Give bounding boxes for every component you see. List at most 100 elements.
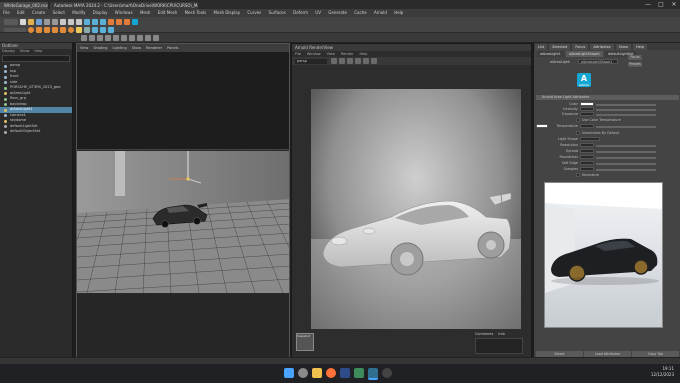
copy-tab-button[interactable]: Copy Tab [632, 350, 679, 357]
node-tab-shape[interactable]: aiAreaLightShape1 [565, 51, 604, 57]
attr-menu-list[interactable]: List [535, 44, 548, 50]
temperature-swatch[interactable] [536, 124, 548, 128]
outliner-menu-display[interactable]: Display [2, 49, 15, 54]
soft-edge-slider[interactable] [596, 162, 656, 165]
viewport-top-area[interactable] [77, 52, 289, 150]
menu-curves[interactable]: Curves [247, 10, 261, 15]
spread-field[interactable] [580, 149, 594, 153]
samples-field[interactable] [580, 167, 594, 171]
maximize-button[interactable]: □ [655, 0, 667, 9]
outliner-search-input[interactable] [2, 55, 70, 62]
section-header[interactable]: Arnold Area Light Attributes [536, 95, 679, 100]
attr-menu-selected[interactable]: Selected [549, 44, 571, 50]
search-icon[interactable] [298, 368, 308, 378]
viewport-lower-area[interactable] [77, 294, 289, 360]
camera-select-icon[interactable] [81, 35, 87, 41]
focus-button[interactable]: Focus [628, 55, 642, 60]
shelf-tab-icon[interactable] [4, 27, 26, 32]
wireframe-icon[interactable] [89, 35, 95, 41]
crop-icon[interactable] [355, 58, 361, 64]
intensity-field[interactable] [580, 107, 594, 111]
menu-mesh-display[interactable]: Mesh Display [214, 10, 241, 15]
tab-comments[interactable]: Comments [475, 332, 493, 336]
outliner-menu-help[interactable]: Help [34, 49, 42, 54]
menu-display[interactable]: Display [93, 10, 108, 15]
menu-uv[interactable]: UV [315, 10, 321, 15]
photoshop-icon[interactable] [340, 368, 350, 378]
menu-windows[interactable]: Windows [115, 10, 133, 15]
roundness-field[interactable] [580, 155, 594, 159]
select-button[interactable]: Select [536, 350, 583, 357]
outliner-item[interactable]: defaultObjectSet [0, 129, 72, 135]
render-settings-icon[interactable] [124, 19, 130, 25]
node-name-field[interactable]: aiAreaLightShape1 [578, 59, 618, 64]
cone-icon[interactable] [52, 26, 58, 33]
menu-file[interactable]: File [3, 10, 10, 15]
bevel-icon[interactable] [100, 26, 106, 33]
outliner-menu-show[interactable]: Show [20, 49, 29, 54]
hud-icon[interactable] [153, 35, 159, 41]
normalize-checkbox[interactable] [576, 173, 580, 177]
use-color-temp-checkbox[interactable] [576, 118, 580, 122]
temperature-slider[interactable] [596, 125, 656, 128]
firefox-icon[interactable] [326, 368, 336, 378]
textured-icon[interactable] [105, 35, 111, 41]
isolate-icon[interactable] [137, 35, 143, 41]
bridge-icon[interactable] [108, 26, 114, 33]
render-image[interactable] [311, 89, 521, 343]
roundness-slider[interactable] [596, 156, 656, 159]
resolution-slider[interactable] [596, 144, 656, 147]
exposure-field[interactable] [580, 112, 594, 116]
obs-icon[interactable] [382, 368, 392, 378]
open-scene-icon[interactable] [28, 19, 34, 25]
arnold-renderview-icon[interactable] [132, 19, 138, 25]
viewport-menu-panels[interactable]: Panels [167, 46, 178, 50]
camera-dropdown[interactable]: persp [295, 58, 327, 64]
menu-create[interactable]: Create [32, 10, 45, 15]
grid-toggle-icon[interactable] [145, 35, 151, 41]
select-tool-icon[interactable] [60, 19, 66, 25]
start-icon[interactable] [284, 368, 294, 378]
ipr-render-icon[interactable] [116, 19, 122, 25]
exposure-icon[interactable] [371, 58, 377, 64]
snap-curve-icon[interactable] [92, 19, 98, 25]
load-attributes-button[interactable]: Load Attributes [584, 350, 631, 357]
minimize-button[interactable]: — [642, 0, 654, 9]
system-clock[interactable]: 19:11 12/12/2023 [634, 366, 674, 378]
xray-icon[interactable] [129, 35, 135, 41]
temperature-field[interactable] [580, 124, 594, 128]
torus-icon[interactable] [68, 26, 74, 33]
samples-slider[interactable] [596, 168, 656, 171]
menu-edit-mesh[interactable]: Edit Mesh [158, 10, 178, 15]
node-tab-transform[interactable]: aiAreaLight1 [537, 51, 564, 57]
close-button[interactable]: ✕ [668, 0, 680, 9]
color-slider[interactable] [596, 103, 656, 106]
new-scene-icon[interactable] [20, 19, 26, 25]
lasso-tool-icon[interactable] [68, 19, 74, 25]
menu-mesh[interactable]: Mesh [140, 10, 151, 15]
camera-icon[interactable] [84, 26, 90, 33]
rgb-channels-icon[interactable] [363, 58, 369, 64]
menu-generate[interactable]: Generate [328, 10, 347, 15]
intensity-slider[interactable] [596, 108, 656, 111]
menu-mesh-tools[interactable]: Mesh Tools [185, 10, 207, 15]
viewport-scene[interactable] [77, 151, 289, 293]
viewport-menu-renderer[interactable]: Renderer [146, 46, 162, 50]
extrude-icon[interactable] [92, 26, 98, 33]
menu-select[interactable]: Select [53, 10, 65, 15]
attr-menu-show[interactable]: Show [615, 44, 632, 50]
save-scene-icon[interactable] [36, 19, 42, 25]
undo-icon[interactable] [44, 19, 50, 25]
render-icon[interactable] [331, 58, 337, 64]
light-shape-dropdown[interactable] [580, 137, 600, 141]
comments-field[interactable] [475, 338, 523, 354]
plane-icon[interactable] [60, 26, 66, 33]
illuminates-checkbox[interactable] [576, 131, 580, 135]
document-tab[interactable]: WhiteGarage_002.ma* [0, 1, 48, 9]
viewport-menu-lighting[interactable]: Lighting [113, 46, 127, 50]
color-swatch[interactable] [580, 102, 594, 106]
cube-icon[interactable] [36, 26, 42, 33]
menu-edit[interactable]: Edit [17, 10, 25, 15]
soft-edge-field[interactable] [580, 161, 594, 165]
maya-icon[interactable] [368, 368, 378, 380]
